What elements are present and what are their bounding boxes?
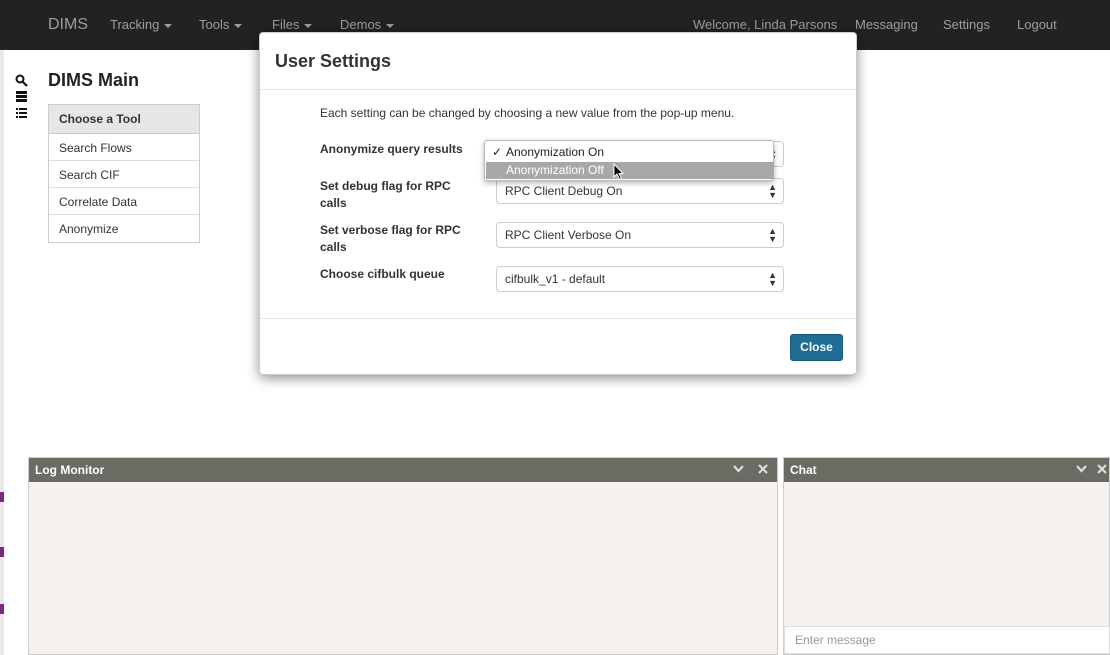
option-anonymization-off[interactable]: Anonymization Off — [486, 162, 774, 179]
tool-panel: Choose a Tool Search Flows Search CIF Co… — [48, 104, 200, 243]
menu-label: Tracking — [110, 17, 160, 32]
option-label: Anonymization On — [506, 145, 605, 159]
chat-header: Chat — [784, 458, 1109, 482]
settings-link[interactable]: Settings — [943, 17, 990, 32]
cifbulk-queue-select[interactable]: cifbulk_v1 - default ▲ ▼ — [496, 266, 784, 292]
server-icon[interactable] — [15, 90, 28, 103]
select-value: cifbulk_v1 - default — [505, 272, 606, 286]
verbose-flag-select[interactable]: RPC Client Verbose On ▲ ▼ — [496, 222, 784, 248]
mouse-pointer-icon — [613, 163, 625, 181]
select-value: RPC Client Verbose On — [505, 228, 632, 242]
anonymize-dropdown-menu: ✓ Anonymization On Anonymization Off — [484, 140, 774, 181]
debug-flag-select[interactable]: RPC Client Debug On ▲ ▼ — [496, 178, 784, 204]
modal-intro-text: Each setting can be changed by choosing … — [320, 106, 735, 120]
caret-down-icon — [234, 23, 243, 28]
menu-files[interactable]: Files — [272, 17, 313, 32]
modal-title: User Settings — [275, 51, 392, 71]
select-arrows-icon: ▲▼ — [768, 182, 777, 200]
checkmark-icon: ✓ — [492, 145, 503, 159]
menu-tracking[interactable]: Tracking — [110, 17, 173, 32]
select-value: RPC Client Debug On — [505, 184, 623, 198]
welcome-text: Welcome, Linda Parsons — [693, 17, 838, 32]
chat-message-input[interactable]: Enter message — [784, 626, 1110, 654]
option-anonymization-on[interactable]: ✓ Anonymization On — [486, 144, 774, 161]
user-settings-modal: User Settings Each setting can be change… — [259, 32, 857, 375]
menu-demos[interactable]: Demos — [340, 17, 395, 32]
log-monitor-title: Log Monitor — [35, 463, 105, 477]
left-edge-marker — [0, 604, 4, 614]
menu-label: Tools — [199, 17, 230, 32]
close-icon[interactable] — [758, 464, 768, 474]
caret-down-icon — [164, 23, 173, 28]
chat-panel: Chat Enter message — [783, 457, 1110, 655]
menu-tools[interactable]: Tools — [199, 17, 243, 32]
tool-panel-header: Choose a Tool — [49, 105, 199, 134]
log-monitor-header: Log Monitor — [29, 458, 777, 482]
caret-down-icon — [386, 23, 395, 28]
select-arrows-icon: ▲▼ — [768, 226, 777, 244]
menu-label: Demos — [340, 17, 382, 32]
list-icon[interactable] — [15, 107, 28, 120]
option-label: Anonymization Off — [506, 163, 604, 177]
log-monitor-panel: Log Monitor — [28, 457, 778, 655]
tool-correlate-data[interactable]: Correlate Data — [49, 188, 199, 215]
close-button[interactable]: Close — [790, 334, 843, 361]
caret-down-icon — [304, 23, 313, 28]
tool-search-flows[interactable]: Search Flows — [49, 134, 199, 161]
left-edge-marker — [0, 492, 4, 502]
left-edge-marker — [0, 547, 4, 557]
menu-label: Files — [272, 17, 300, 32]
page-title: DIMS Main — [48, 70, 140, 90]
logout-link[interactable]: Logout — [1017, 17, 1057, 32]
brand-link[interactable]: DIMS — [48, 16, 88, 34]
modal-footer-divider — [260, 318, 856, 319]
debug-flag-label: Set debug flag for RPC calls — [320, 179, 451, 210]
messaging-link[interactable]: Messaging — [855, 17, 918, 32]
modal-header-divider — [260, 89, 856, 90]
anonymize-label: Anonymize query results — [320, 142, 463, 156]
tool-anonymize[interactable]: Anonymize — [49, 215, 199, 242]
chat-title: Chat — [790, 463, 817, 477]
tool-search-cif[interactable]: Search CIF — [49, 161, 199, 188]
left-edge-strip — [0, 50, 4, 655]
chevron-down-icon[interactable] — [1076, 465, 1087, 473]
search-icon[interactable] — [15, 74, 28, 87]
select-arrows-icon: ▲▼ — [768, 270, 777, 288]
cifbulk-queue-label: Choose cifbulk queue — [320, 267, 445, 281]
chevron-down-icon[interactable] — [733, 465, 744, 473]
verbose-flag-label: Set verbose flag for RPC calls — [320, 223, 461, 254]
close-icon[interactable] — [1097, 464, 1107, 474]
